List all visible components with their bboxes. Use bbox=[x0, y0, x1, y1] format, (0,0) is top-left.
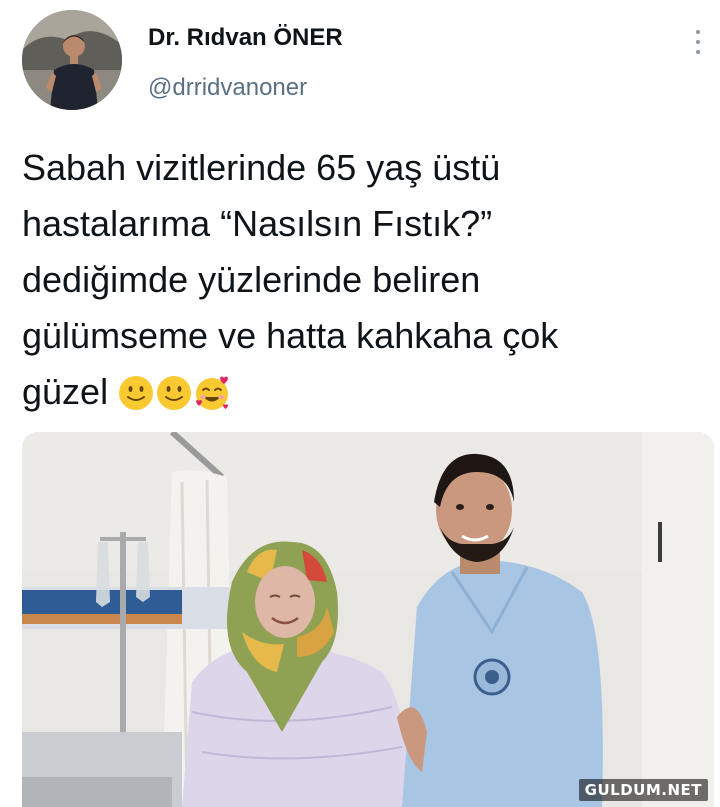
avatar[interactable] bbox=[22, 10, 122, 110]
tweet-header: Dr. Rıdvan ÖNER @drridvanoner bbox=[22, 10, 712, 110]
tweet-text: Sabah vizitlerinde 65 yaş üstü hastaları… bbox=[22, 140, 692, 420]
dot bbox=[696, 40, 700, 44]
avatar-image bbox=[22, 10, 122, 110]
photo-image bbox=[22, 432, 714, 807]
slightly-smiling-face-icon bbox=[156, 375, 192, 411]
dot bbox=[696, 30, 700, 34]
tweet-photo[interactable]: GULDUM.NET bbox=[22, 432, 714, 807]
tweet-text-last-line: güzel bbox=[22, 364, 692, 420]
slightly-smiling-face-icon bbox=[118, 375, 154, 411]
tweet-text-line: gülümseme ve hatta kahkaha çok bbox=[22, 315, 559, 356]
tweet-text-line: dediğimde yüzlerinde beliren bbox=[22, 259, 481, 300]
more-options-icon[interactable] bbox=[688, 24, 708, 60]
dot bbox=[696, 50, 700, 54]
author-handle[interactable]: @drridvanoner bbox=[148, 74, 307, 102]
tweet-text-line: hastalarıma “Nasılsın Fıstık?” bbox=[22, 203, 493, 244]
tweet-text-line: Sabah vizitlerinde 65 yaş üstü bbox=[22, 147, 501, 188]
watermark: GULDUM.NET bbox=[578, 779, 708, 801]
tweet-text-line: güzel bbox=[22, 371, 109, 412]
author-display-name[interactable]: Dr. Rıdvan ÖNER bbox=[148, 24, 343, 52]
smiling-face-with-hearts-icon bbox=[194, 375, 230, 411]
